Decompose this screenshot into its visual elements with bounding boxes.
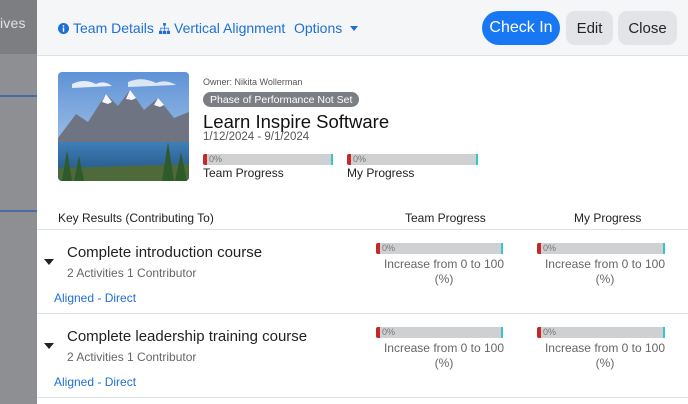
check-in-button[interactable]: Check In	[482, 11, 560, 45]
progress-start-marker	[537, 243, 541, 254]
progress-desc-unit: (%)	[595, 356, 615, 370]
options-label: Options	[294, 20, 343, 36]
progress-percent: 0%	[353, 154, 367, 164]
phase-badge: Phase of Performance Not Set	[203, 92, 360, 107]
progress-desc-line: Increase from 0 to 100	[383, 257, 505, 271]
my-progress-header: My Progress	[574, 211, 642, 225]
my-progress-bar: 0%	[347, 154, 478, 165]
progress-percent: 0%	[209, 154, 223, 164]
sitemap-icon	[159, 22, 170, 34]
row-my-progress-desc: Increase from 0 to 100 (%)	[537, 257, 673, 287]
progress-end-marker	[501, 243, 503, 254]
row-team-progress-bar: 0%	[376, 327, 503, 338]
aligned-direct-link[interactable]: Aligned - Direct	[54, 291, 136, 305]
key-result-subtitle: 2 Activities 1 Contributor	[67, 266, 197, 280]
progress-start-marker	[376, 243, 380, 254]
row-team-progress-desc: Increase from 0 to 100 (%)	[376, 257, 512, 287]
objective-dates: 1/12/2024 - 9/1/2024	[203, 131, 310, 143]
progress-desc-unit: (%)	[434, 272, 454, 286]
objective-image	[58, 72, 189, 181]
progress-percent: 0%	[382, 243, 396, 253]
background-divider	[0, 210, 37, 212]
progress-end-marker	[663, 327, 665, 338]
progress-start-marker	[537, 327, 541, 338]
aligned-direct-link[interactable]: Aligned - Direct	[54, 375, 136, 389]
progress-desc-unit: (%)	[595, 272, 615, 286]
row-divider	[37, 313, 688, 314]
progress-percent: 0%	[382, 327, 396, 337]
expand-caret-icon[interactable]	[44, 343, 54, 349]
progress-desc-unit: (%)	[434, 356, 454, 370]
info-icon	[58, 22, 69, 34]
progress-desc-line: Increase from 0 to 100	[544, 257, 666, 271]
owner-text: Owner: Nikita Wollerman	[203, 77, 303, 87]
progress-start-marker	[347, 154, 351, 165]
progress-desc-line: Increase from 0 to 100	[544, 341, 666, 355]
progress-start-marker	[376, 327, 380, 338]
objective-title: Learn Inspire Software	[203, 111, 390, 132]
expand-caret-icon[interactable]	[44, 259, 54, 265]
background-fragment-text: ives	[0, 15, 26, 31]
progress-end-marker	[476, 154, 478, 165]
vertical-alignment-label: Vertical Alignment	[174, 20, 286, 36]
progress-start-marker	[203, 154, 207, 165]
progress-end-marker	[663, 243, 665, 254]
progress-percent: 0%	[543, 243, 557, 253]
team-progress-header: Team Progress	[405, 211, 486, 225]
background-divider	[0, 95, 37, 97]
progress-end-marker	[331, 154, 333, 165]
team-progress-bar: 0%	[203, 154, 333, 165]
key-result-title: Complete leadership training course	[67, 328, 308, 345]
my-progress-label: My Progress	[347, 166, 415, 180]
progress-desc-line: Increase from 0 to 100	[383, 341, 505, 355]
caret-down-icon	[350, 25, 359, 31]
key-result-title: Complete introduction course	[67, 244, 263, 261]
row-my-progress-bar: 0%	[537, 327, 665, 338]
key-result-subtitle: 2 Activities 1 Contributor	[67, 350, 197, 364]
vertical-alignment-link[interactable]: Vertical Alignment	[159, 20, 285, 36]
row-team-progress-bar: 0%	[376, 243, 503, 254]
team-details-link[interactable]: Team Details	[58, 20, 154, 36]
close-button[interactable]: Close	[618, 11, 677, 45]
objective-modal: Team Details Vertical Alignment Options …	[37, 0, 688, 404]
row-divider	[37, 397, 688, 398]
row-team-progress-desc: Increase from 0 to 100 (%)	[376, 341, 512, 371]
row-my-progress-desc: Increase from 0 to 100 (%)	[537, 341, 673, 371]
row-my-progress-bar: 0%	[537, 243, 665, 254]
progress-end-marker	[501, 327, 503, 338]
progress-percent: 0%	[543, 327, 557, 337]
modal-toolbar: Team Details Vertical Alignment Options …	[37, 0, 688, 56]
table-divider	[37, 229, 688, 230]
team-progress-label: Team Progress	[203, 166, 284, 180]
edit-button[interactable]: Edit	[566, 11, 613, 45]
key-results-header: Key Results (Contributing To)	[58, 211, 214, 225]
options-dropdown[interactable]: Options	[294, 20, 359, 36]
background-app: ives	[0, 0, 37, 404]
team-details-label: Team Details	[73, 20, 154, 36]
